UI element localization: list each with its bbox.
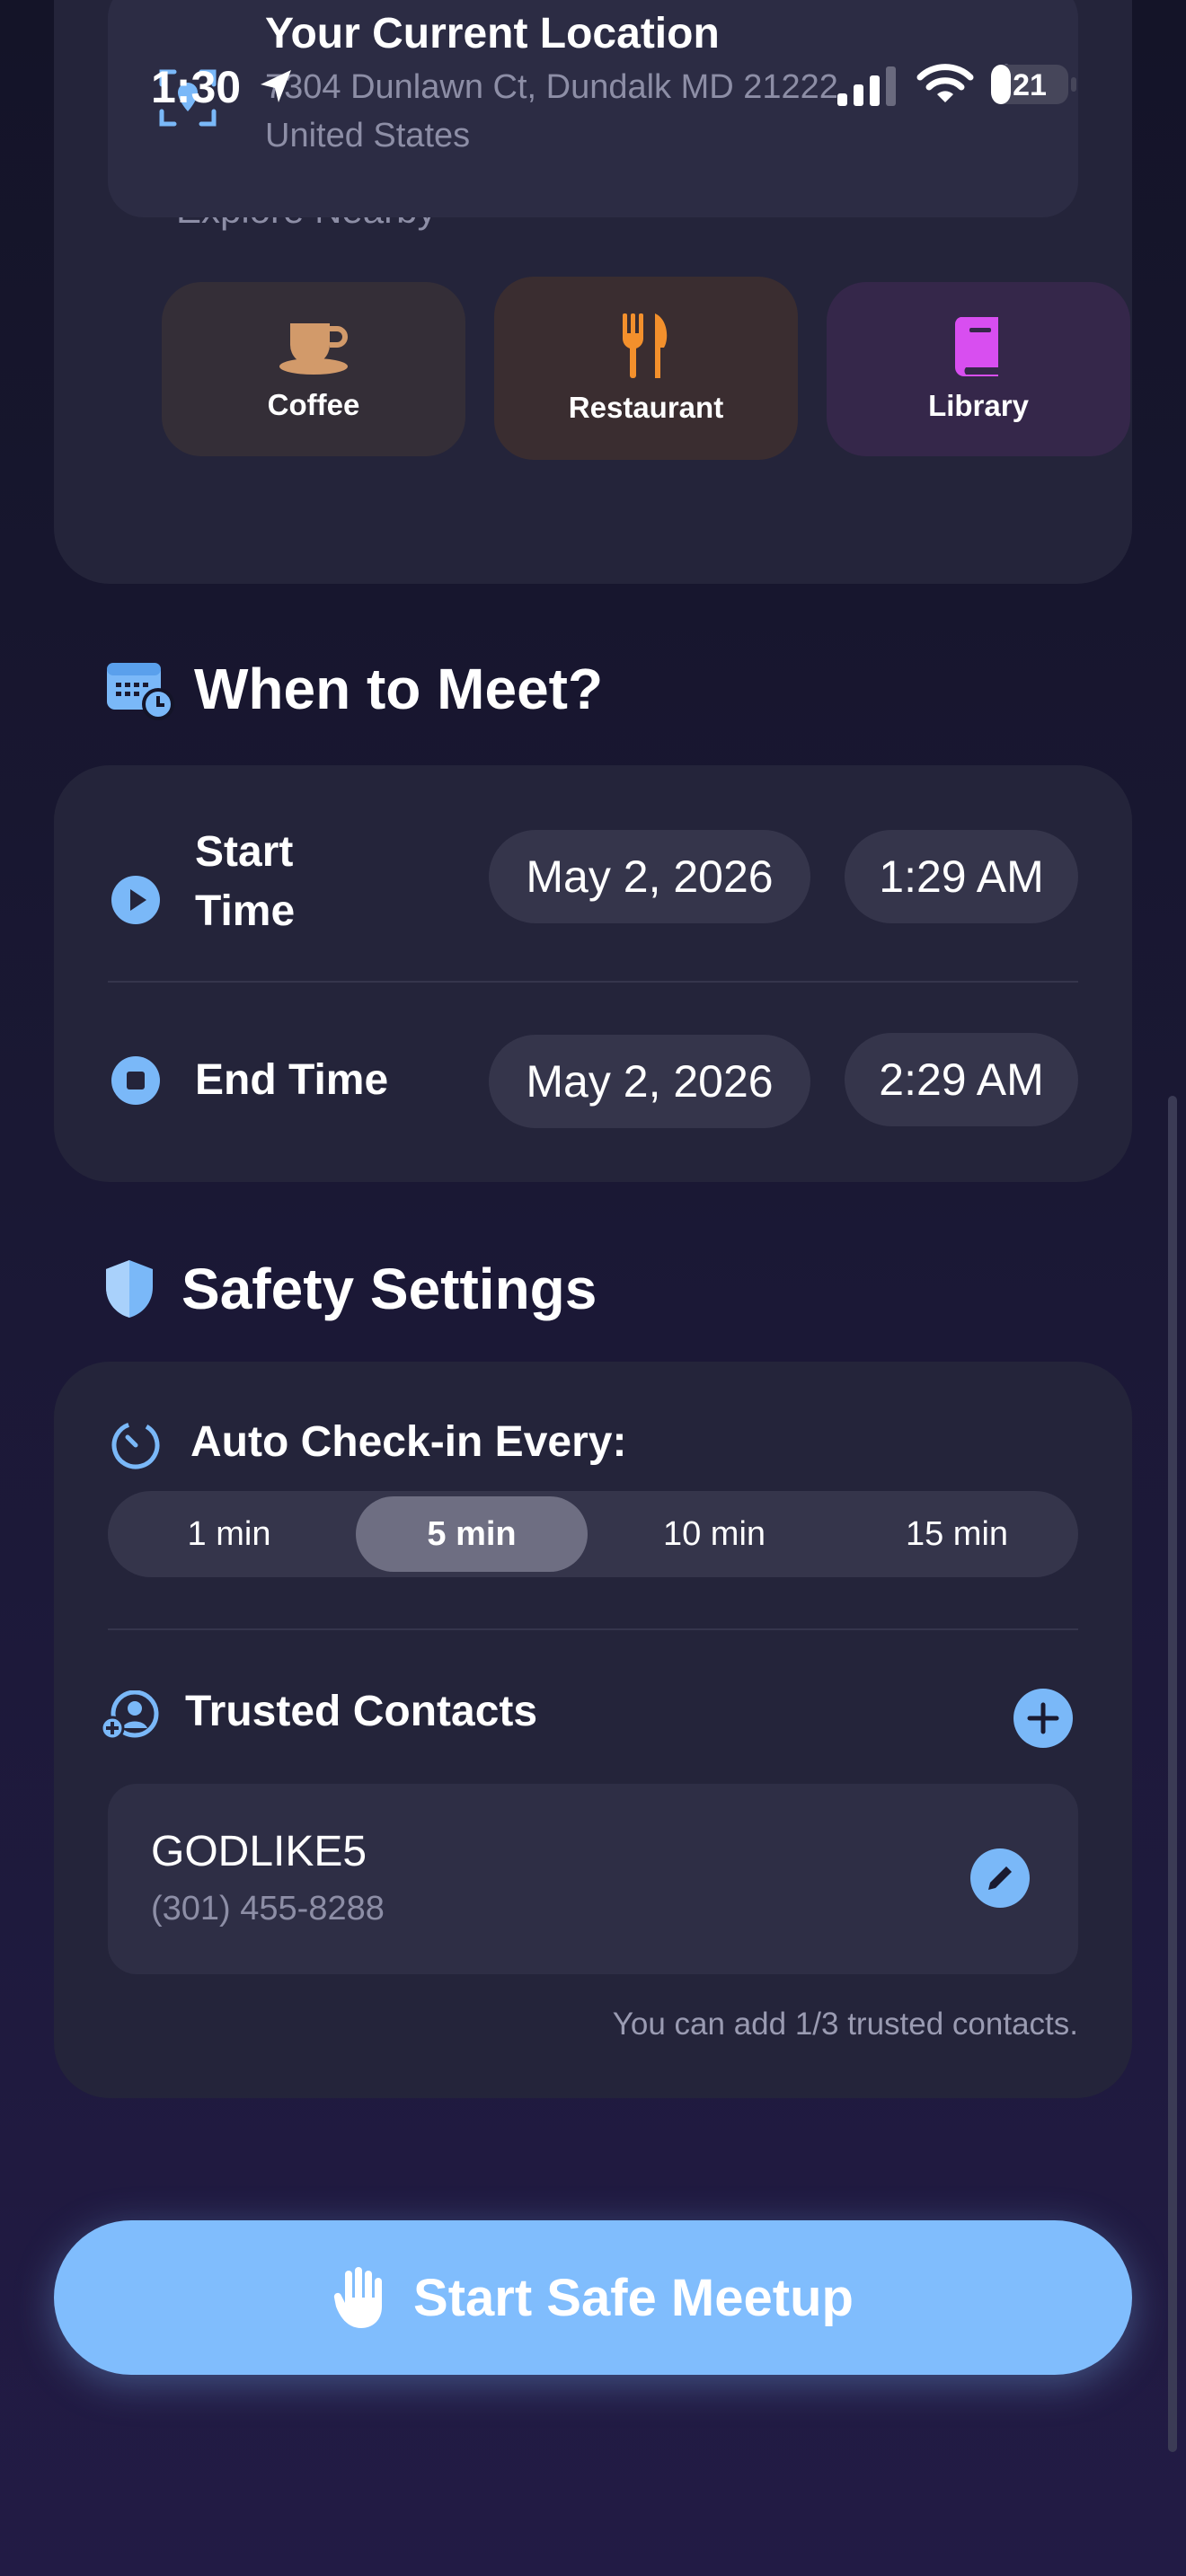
- fork-knife-icon: [623, 313, 668, 378]
- checkin-interval-selector: 1 min 5 min 10 min 15 min: [108, 1491, 1078, 1577]
- interval-option[interactable]: 1 min: [113, 1496, 345, 1572]
- explore-library-label: Library: [928, 389, 1029, 422]
- explore-restaurant-button[interactable]: Restaurant: [494, 277, 798, 460]
- end-time-picker[interactable]: 2:29 AM: [845, 1033, 1078, 1126]
- explore-coffee-button[interactable]: Coffee: [162, 282, 465, 456]
- meet-section-title: When to Meet?: [194, 657, 604, 721]
- calendar-clock-icon: [107, 663, 174, 720]
- auto-checkin-label: Auto Check-in Every:: [190, 1418, 627, 1466]
- cellular-signal-icon: [837, 66, 896, 106]
- book-icon: [954, 317, 998, 376]
- safety-settings-card: Auto Check-in Every: 1 min 5 min 10 min …: [54, 1362, 1132, 2098]
- end-time-row: End Time May 2, 2026 2:29 AM: [54, 990, 1132, 1169]
- interval-option-selected[interactable]: 5 min: [356, 1496, 588, 1572]
- interval-option[interactable]: 10 min: [598, 1496, 830, 1572]
- safety-section-header: Safety Settings: [104, 1256, 597, 1322]
- status-bar: 1:30 21: [0, 0, 1186, 171]
- start-safe-meetup-button[interactable]: Start Safe Meetup: [54, 2220, 1132, 2375]
- wifi-icon: [916, 64, 974, 102]
- trusted-contact-item[interactable]: GODLIKE5 (301) 455-8288: [108, 1784, 1078, 1974]
- safety-divider: [108, 1628, 1078, 1630]
- interval-option[interactable]: 15 min: [841, 1496, 1073, 1572]
- explore-restaurant-label: Restaurant: [568, 391, 724, 424]
- contacts-limit-note: You can add 1/3 trusted contacts.: [612, 2007, 1078, 2042]
- trusted-contacts-label: Trusted Contacts: [185, 1688, 538, 1735]
- start-time-picker[interactable]: 1:29 AM: [845, 830, 1078, 923]
- add-contact-button[interactable]: [1013, 1689, 1073, 1748]
- person-add-icon: [101, 1690, 159, 1741]
- time-divider: [108, 981, 1078, 983]
- contact-name: GODLIKE5: [151, 1828, 367, 1875]
- hand-raised-icon: [333, 2267, 383, 2328]
- explore-coffee-label: Coffee: [267, 388, 360, 421]
- meet-time-card: Start Time May 2, 2026 1:29 AM End Time …: [54, 765, 1132, 1182]
- stop-circle-icon: [111, 1056, 160, 1105]
- location-arrow-icon: [261, 70, 291, 102]
- start-time-label: Start Time: [195, 828, 296, 935]
- start-date-picker[interactable]: May 2, 2026: [489, 830, 810, 923]
- play-circle-icon: [111, 876, 160, 924]
- end-time-label: End Time: [195, 1056, 389, 1104]
- coffee-icon: [279, 323, 348, 375]
- status-time: 1:30: [151, 62, 242, 112]
- safety-section-title: Safety Settings: [181, 1257, 597, 1321]
- battery-level: 21: [1013, 68, 1047, 102]
- start-time-row: Start Time May 2, 2026 1:29 AM: [54, 765, 1132, 945]
- explore-library-button[interactable]: Library: [827, 282, 1130, 456]
- timer-icon: [111, 1421, 160, 1469]
- edit-contact-button[interactable]: [970, 1848, 1030, 1908]
- start-safe-meetup-label: Start Safe Meetup: [413, 2268, 854, 2327]
- shield-icon: [106, 1260, 153, 1318]
- meet-section-header: When to Meet?: [104, 656, 603, 722]
- scrollbar[interactable]: [1168, 1096, 1177, 2452]
- contact-phone: (301) 455-8288: [151, 1890, 385, 1928]
- end-date-picker[interactable]: May 2, 2026: [489, 1035, 810, 1128]
